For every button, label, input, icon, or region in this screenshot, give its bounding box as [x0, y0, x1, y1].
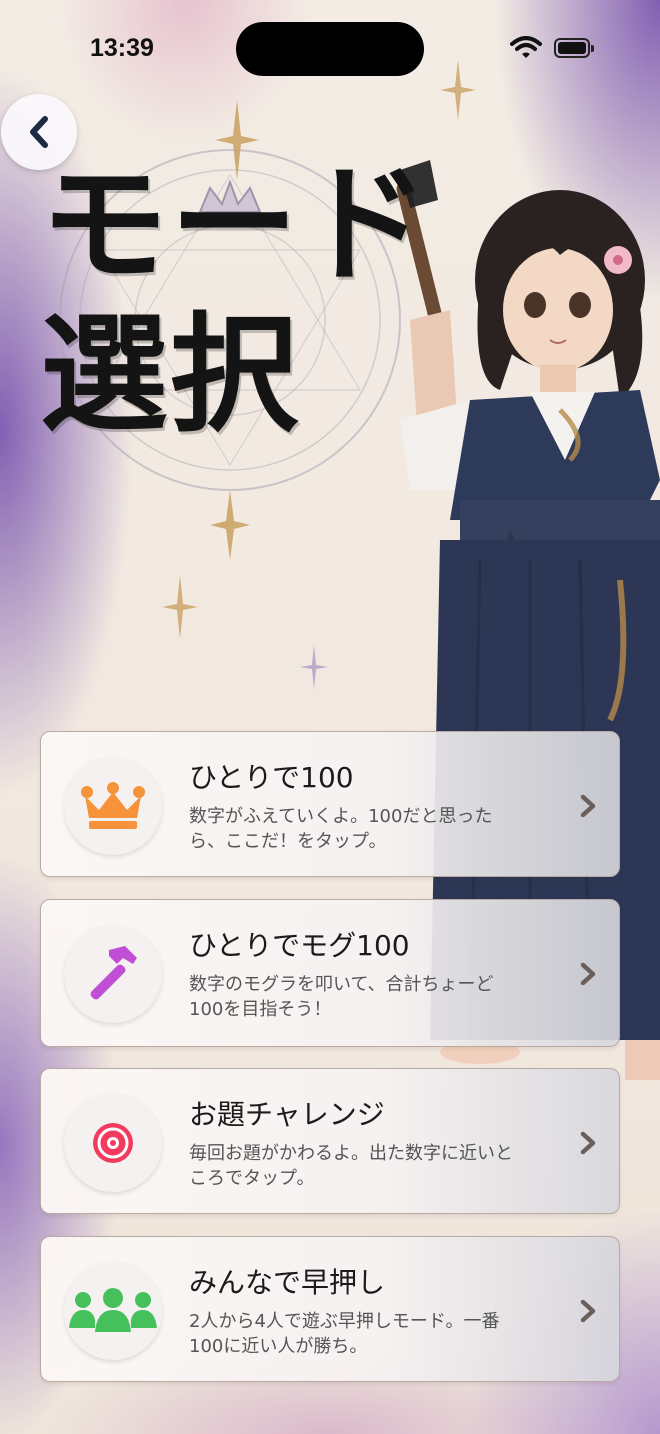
chevron-left-icon — [30, 116, 48, 148]
mode-title: みんなで早押し — [189, 1266, 386, 1299]
mode-icon-circle — [64, 757, 162, 855]
mode-card-challenge[interactable]: お題チャレンジ 毎回お題がかわるよ。出た数字に近いところでタップ。 — [40, 1068, 620, 1214]
mode-description: 数字のモグラを叩いて、合計ちょーど100を目指そう！ — [189, 974, 494, 1020]
target-icon — [93, 1123, 133, 1163]
page-title-line2: 選択 — [40, 300, 301, 450]
page-title-line1: モード — [40, 150, 431, 300]
page-title: モード 選択 — [40, 150, 431, 450]
mode-title: お題チャレンジ — [189, 1098, 385, 1131]
status-bar: 13:39 — [0, 0, 660, 100]
wifi-icon — [510, 36, 542, 58]
dynamic-island — [236, 22, 424, 76]
chevron-right-icon — [580, 1299, 596, 1323]
sparkle-decoration — [300, 645, 328, 689]
group-icon — [69, 1288, 157, 1332]
chevron-right-icon — [580, 1131, 596, 1155]
mode-icon-circle — [64, 925, 162, 1023]
mode-title: ひとりでモグ100 — [189, 929, 410, 962]
chevron-right-icon — [580, 794, 596, 818]
mode-list: ひとりで100 数字がふえていくよ。100だと思ったら、ここだ！をタップ。 ひと… — [40, 731, 620, 1404]
status-time: 13:39 — [90, 34, 154, 62]
sparkle-decoration — [210, 490, 250, 560]
chevron-right-icon — [580, 962, 596, 986]
mode-description: 数字がふえていくよ。100だと思ったら、ここだ！をタップ。 — [189, 806, 493, 852]
mode-description: 2人から4人で遊ぶ早押しモード。一番100に近い人が勝ち。 — [189, 1311, 500, 1357]
mode-card-solo-100[interactable]: ひとりで100 数字がふえていくよ。100だと思ったら、ここだ！をタップ。 — [40, 731, 620, 877]
mode-icon-circle — [64, 1262, 162, 1360]
mode-card-solo-mogu-100[interactable]: ひとりでモグ100 数字のモグラを叩いて、合計ちょーど100を目指そう！ — [40, 899, 620, 1047]
crown-icon — [81, 782, 145, 829]
mode-card-group-buzzer[interactable]: みんなで早押し 2人から4人で遊ぶ早押しモード。一番100に近い人が勝ち。 — [40, 1236, 620, 1382]
mode-icon-circle — [64, 1094, 162, 1192]
battery-icon — [554, 38, 594, 58]
hammer-icon — [90, 946, 137, 1000]
mode-description: 毎回お題がかわるよ。出た数字に近いところでタップ。 — [189, 1143, 513, 1189]
sparkle-decoration — [162, 575, 198, 639]
mode-title: ひとりで100 — [189, 761, 354, 794]
